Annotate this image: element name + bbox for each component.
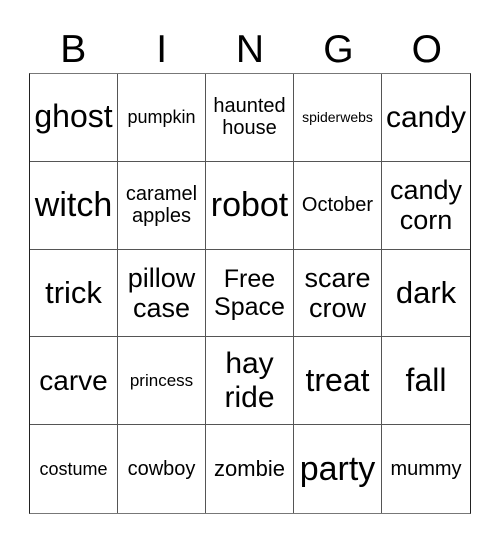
bingo-cell[interactable]: pillow case — [118, 249, 206, 338]
header-letter-i: I — [156, 28, 168, 71]
header-letter-n: N — [235, 28, 265, 71]
bingo-cell[interactable]: fall — [382, 337, 470, 426]
bingo-cell[interactable]: candy corn — [382, 162, 470, 250]
bingo-cell[interactable]: mummy — [382, 425, 470, 513]
bingo-cell[interactable]: caramel apples — [118, 161, 206, 250]
header-letter-g: G — [323, 28, 354, 71]
bingo-cell[interactable]: scare crow — [294, 249, 382, 338]
bingo-cell[interactable]: ghost — [30, 74, 118, 162]
bingo-cell[interactable]: spiderwebs — [294, 74, 382, 162]
bingo-cell[interactable]: trick — [30, 249, 118, 338]
bingo-cell[interactable]: Free Space — [206, 249, 294, 338]
bingo-cell[interactable]: princess — [118, 337, 206, 426]
bingo-cell[interactable]: dark — [382, 250, 470, 338]
bingo-cell[interactable]: party — [294, 425, 382, 513]
bingo-cell[interactable]: October — [294, 161, 382, 250]
bingo-cell[interactable]: zombie — [206, 425, 294, 513]
header-letter-o: O — [411, 28, 442, 71]
bingo-cell[interactable]: costume — [30, 425, 118, 513]
bingo-cell[interactable]: hay ride — [206, 337, 294, 426]
bingo-cell[interactable]: witch — [30, 161, 118, 250]
bingo-cell[interactable]: candy — [382, 74, 470, 162]
bingo-cell[interactable]: cowboy — [118, 425, 206, 513]
bingo-cell[interactable]: treat — [294, 337, 382, 426]
bingo-header: B I N G O — [29, 28, 471, 72]
bingo-cell[interactable]: haunted house — [206, 74, 294, 162]
header-letter-b: B — [60, 28, 87, 71]
bingo-cell[interactable]: robot — [206, 161, 294, 250]
bingo-cell[interactable]: pumpkin — [118, 74, 206, 162]
bingo-cell[interactable]: carve — [30, 337, 118, 426]
bingo-grid: ghost pumpkin haunted house spiderwebs candy… — [29, 73, 471, 514]
